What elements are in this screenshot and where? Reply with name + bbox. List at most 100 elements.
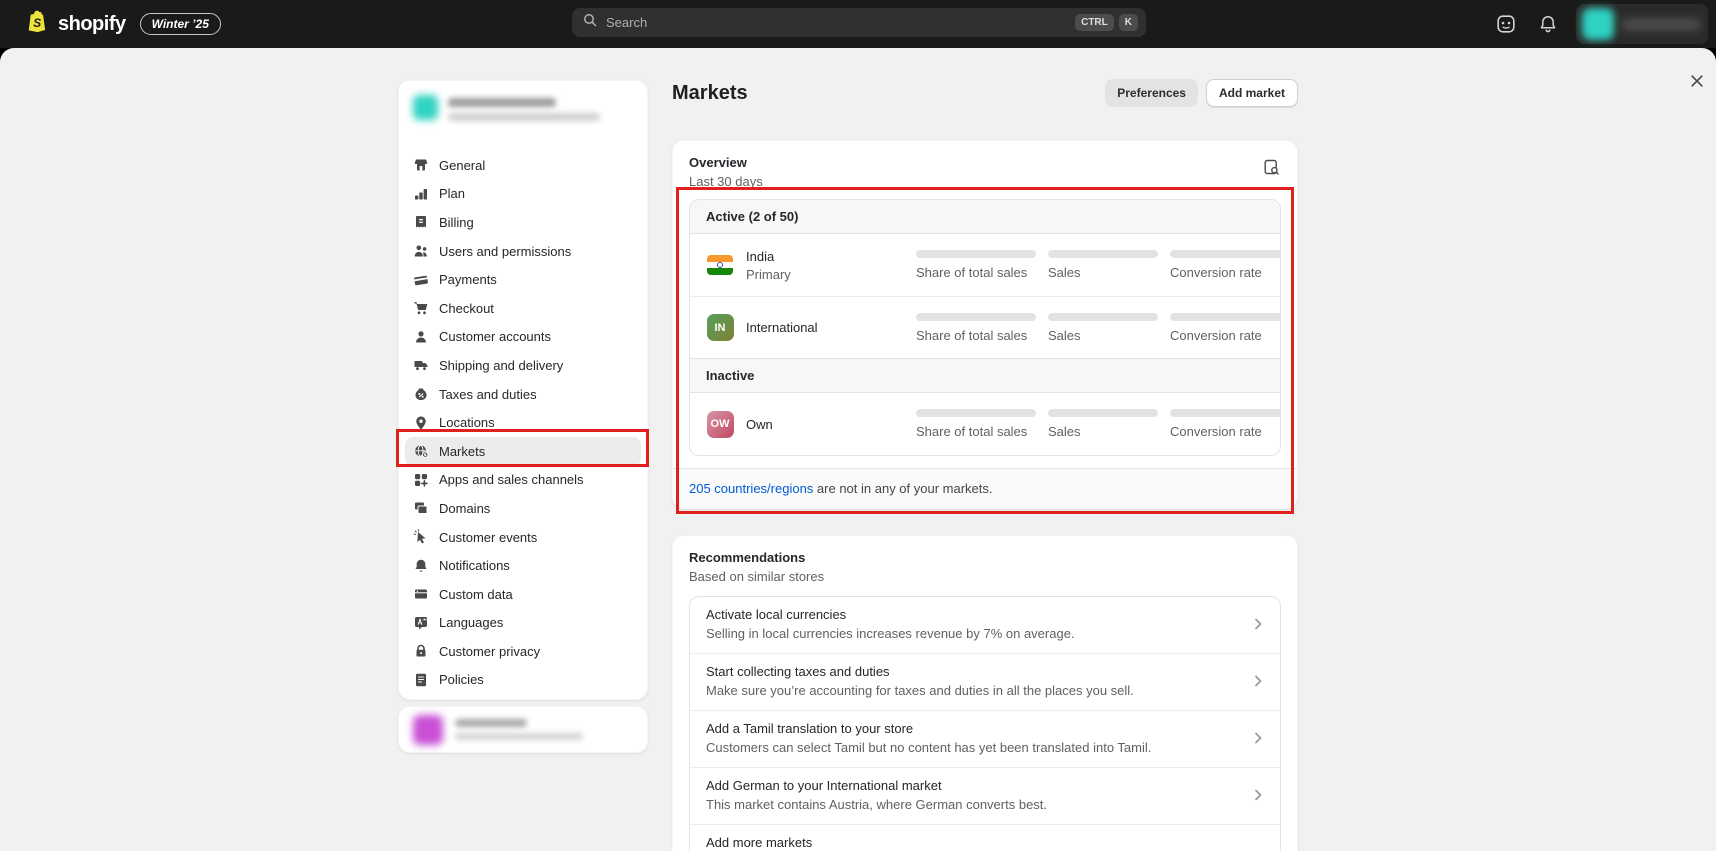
payments-icon	[413, 272, 429, 288]
ashoka-chakra	[717, 262, 723, 268]
sidebar-item-checkout[interactable]: Checkout	[405, 294, 641, 323]
recommendation-add-german[interactable]: Add German to your International market …	[690, 767, 1280, 824]
sidebar-item-policies[interactable]: Policies	[405, 666, 641, 695]
sidebar-item-markets[interactable]: Markets	[405, 437, 641, 466]
inactive-section-header: Inactive	[690, 358, 1280, 393]
svg-text:S: S	[33, 15, 41, 29]
market-row-own[interactable]: OW Own Share of total sales Sales Conver…	[690, 393, 1280, 455]
markets-header: Markets Preferences Add market	[672, 78, 1298, 108]
recommendation-tamil-translation[interactable]: Add a Tamil translation to your store Cu…	[690, 710, 1280, 767]
sidebar-item-plan[interactable]: Plan	[405, 180, 641, 209]
settings-sidebar: General Plan Billing Users and permissio…	[398, 80, 648, 700]
market-name: India	[746, 249, 904, 264]
topbar: S shopify Winter ’25 CTRL K	[0, 0, 1716, 48]
shortcut-k-key: K	[1119, 14, 1138, 31]
recommendation-add-more-markets[interactable]: Add more markets	[690, 824, 1280, 851]
globe-icon	[413, 443, 429, 459]
sidebar-item-general[interactable]: General	[405, 151, 641, 180]
market-subtitle: Primary	[746, 267, 904, 282]
sidebar-item-users-and-permissions[interactable]: Users and permissions	[405, 237, 641, 266]
sidebar-item-domains[interactable]: Domains	[405, 494, 641, 523]
countries-regions-link[interactable]: 205 countries/regions	[689, 481, 813, 496]
store-domain-redacted	[448, 113, 600, 121]
metric-bar	[1048, 250, 1158, 258]
metric-bar	[1048, 409, 1158, 417]
sidebar-user-footer[interactable]	[398, 706, 648, 753]
market-name: International	[746, 320, 904, 335]
tax-bag-icon	[413, 386, 429, 402]
sidekick-icon[interactable]	[1492, 10, 1520, 38]
store-account-chip[interactable]	[1576, 4, 1708, 44]
apps-grid-icon	[413, 472, 429, 488]
shopify-bag-icon: S	[24, 9, 50, 40]
shopify-wordmark: shopify	[58, 13, 126, 36]
topbar-right	[1492, 0, 1708, 48]
store-name-redacted	[448, 98, 556, 107]
header-actions: Preferences Add market	[1105, 79, 1298, 107]
overview-card: Overview Last 30 days Active (2 of 50) I…	[672, 140, 1298, 509]
recommendation-collect-taxes[interactable]: Start collecting taxes and duties Make s…	[690, 653, 1280, 710]
metric-bar	[916, 250, 1036, 258]
map-pin-icon	[413, 415, 429, 431]
metric-bar	[1170, 250, 1281, 258]
user-avatar	[413, 715, 443, 745]
user-name-redacted	[455, 719, 527, 727]
overview-subtitle: Last 30 days	[689, 174, 1281, 189]
metric-bar	[916, 409, 1036, 417]
market-row-india[interactable]: India Primary Share of total sales Sales…	[690, 234, 1280, 296]
recommendations-title: Recommendations	[689, 550, 1281, 565]
settings-nav: General Plan Billing Users and permissio…	[405, 151, 641, 694]
document-icon	[413, 672, 429, 688]
sidebar-item-apps-and-sales-channels[interactable]: Apps and sales channels	[405, 466, 641, 495]
store-avatar	[413, 95, 438, 120]
sidebar-item-billing[interactable]: Billing	[405, 208, 641, 237]
market-name: Own	[746, 417, 904, 432]
sidebar-item-customer-privacy[interactable]: Customer privacy	[405, 637, 641, 666]
bell-icon[interactable]	[1534, 10, 1562, 38]
billing-icon	[413, 214, 429, 230]
recommendation-activate-local-currencies[interactable]: Activate local currencies Selling in loc…	[690, 597, 1280, 653]
lock-icon	[413, 643, 429, 659]
sidebar-item-notifications[interactable]: Notifications	[405, 551, 641, 580]
shopify-logo[interactable]: S shopify Winter ’25	[24, 0, 221, 48]
close-icon[interactable]	[1684, 68, 1710, 94]
sidebar-item-customer-events[interactable]: Customer events	[405, 523, 641, 552]
international-market-badge: IN	[707, 314, 734, 341]
sidebar-item-locations[interactable]: Locations	[405, 408, 641, 437]
chevron-right-icon	[1250, 730, 1266, 746]
view-report-icon[interactable]	[1259, 155, 1283, 179]
active-section-header: Active (2 of 50)	[690, 200, 1280, 234]
sidebar-item-customer-accounts[interactable]: Customer accounts	[405, 323, 641, 352]
person-icon	[413, 329, 429, 345]
sidebar-item-payments[interactable]: Payments	[405, 265, 641, 294]
store-avatar	[1582, 8, 1614, 40]
sidebar-item-shipping-and-delivery[interactable]: Shipping and delivery	[405, 351, 641, 380]
recommendations-card: Recommendations Based on similar stores …	[672, 535, 1298, 851]
shopify-admin-settings-page: S shopify Winter ’25 CTRL K	[0, 0, 1716, 851]
search-input[interactable]	[606, 15, 1070, 30]
edition-badge[interactable]: Winter ’25	[140, 13, 221, 35]
overview-title: Overview	[689, 155, 1281, 170]
sidebar-item-taxes-and-duties[interactable]: Taxes and duties	[405, 380, 641, 409]
markets-list: Active (2 of 50) India Primary Share of …	[689, 199, 1281, 456]
preferences-button[interactable]: Preferences	[1105, 79, 1198, 107]
search-icon	[582, 12, 598, 33]
user-email-redacted	[455, 733, 583, 740]
chevron-right-icon	[1250, 787, 1266, 803]
own-market-badge: OW	[707, 411, 734, 438]
metric-bar	[1048, 313, 1158, 321]
recommendations-list: Activate local currencies Selling in loc…	[689, 596, 1281, 851]
languages-icon	[413, 615, 429, 631]
shortcut-ctrl-key: CTRL	[1075, 14, 1114, 31]
sidebar-item-languages[interactable]: Languages	[405, 609, 641, 638]
india-flag-icon	[707, 255, 733, 275]
sidebar-store-header[interactable]	[413, 95, 600, 121]
domains-icon	[413, 500, 429, 516]
market-row-international[interactable]: IN International Share of total sales Sa…	[690, 296, 1280, 358]
metric-bar	[916, 313, 1036, 321]
global-search[interactable]: CTRL K	[572, 8, 1146, 37]
overview-footer: 205 countries/regions are not in any of …	[673, 468, 1297, 508]
add-market-button[interactable]: Add market	[1206, 79, 1298, 107]
chevron-right-icon	[1250, 616, 1266, 632]
sidebar-item-custom-data[interactable]: Custom data	[405, 580, 641, 609]
